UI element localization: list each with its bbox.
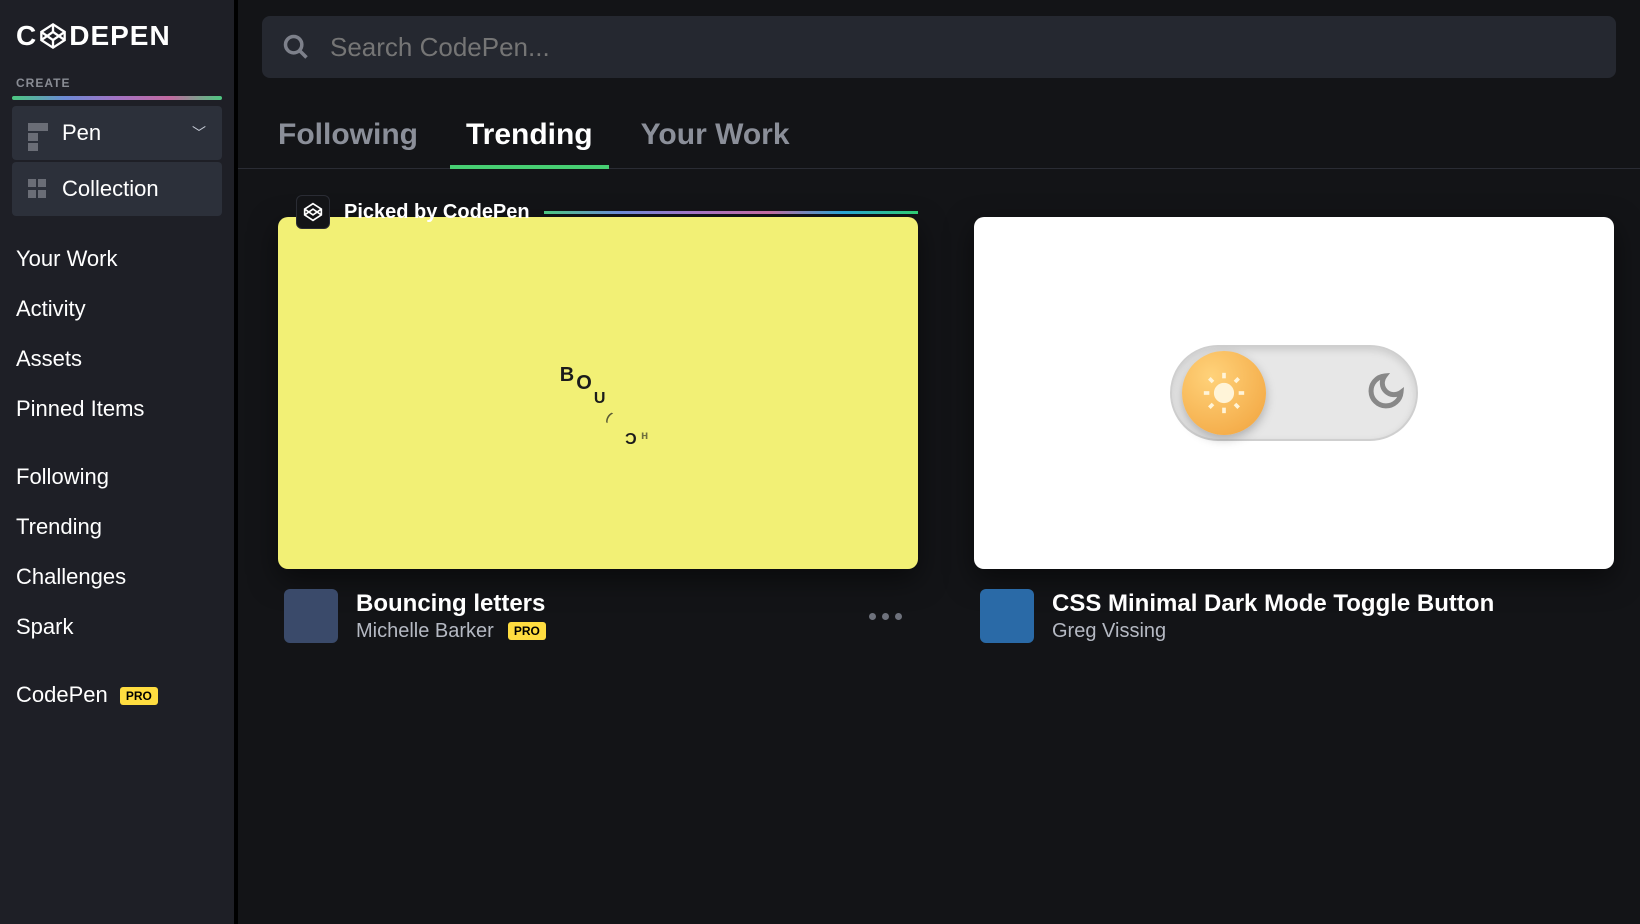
search-icon	[282, 33, 310, 61]
author-avatar[interactable]	[980, 589, 1034, 643]
main: Following Trending Your Work Picked by C…	[238, 0, 1640, 924]
pen-author[interactable]: Michelle Barker PRO	[356, 620, 841, 643]
nav-codepen-pro[interactable]: CodePen PRO	[16, 670, 218, 720]
brand-text-left: C	[16, 20, 37, 52]
feed: Picked by CodePen BOU(Cн Bouncing letter…	[238, 169, 1640, 643]
nav-assets[interactable]: Assets	[16, 334, 218, 384]
search-input[interactable]	[310, 32, 1596, 63]
pen-author-name: Michelle Barker	[356, 620, 494, 643]
sidebar: C DEPEN CREATE Pen ﹀ Collection	[0, 0, 238, 924]
new-pen-button[interactable]: Pen ﹀	[12, 106, 222, 160]
pen-card[interactable]: Picked by CodePen BOU(Cн Bouncing letter…	[278, 217, 918, 643]
feed-tabs: Following Trending Your Work	[238, 78, 1640, 169]
chevron-down-icon: ﹀	[192, 123, 206, 143]
codepen-logo-icon	[39, 22, 67, 50]
nav-group-pro: CodePen PRO	[12, 652, 222, 720]
pen-card[interactable]: CSS Minimal Dark Mode Toggle Button Greg…	[974, 217, 1614, 643]
card-meta: Bouncing letters Michelle Barker PRO	[278, 569, 918, 643]
tab-following[interactable]: Following	[278, 118, 418, 168]
topbar	[238, 0, 1640, 78]
picked-icon	[296, 195, 330, 229]
nav-group-secondary: Following Trending Challenges Spark	[12, 434, 222, 652]
tab-your-work[interactable]: Your Work	[641, 118, 790, 168]
collection-glyph-icon	[28, 179, 48, 199]
picked-row: Picked by CodePen	[296, 195, 918, 229]
nav-spark[interactable]: Spark	[16, 602, 218, 652]
search-bar[interactable]	[262, 16, 1616, 78]
nav-your-work[interactable]: Your Work	[16, 234, 218, 284]
new-collection-label: Collection	[62, 176, 159, 202]
pen-author-name: Greg Vissing	[1052, 620, 1166, 643]
new-collection-button[interactable]: Collection	[12, 162, 222, 216]
sun-icon	[1182, 351, 1266, 435]
card-more-button[interactable]	[859, 603, 912, 630]
dark-mode-toggle-demo	[1170, 345, 1418, 441]
picked-label: Picked by CodePen	[344, 201, 530, 224]
nav-challenges[interactable]: Challenges	[16, 552, 218, 602]
moon-icon	[1366, 371, 1406, 416]
nav-trending[interactable]: Trending	[16, 502, 218, 552]
pen-title[interactable]: CSS Minimal Dark Mode Toggle Button	[1052, 590, 1608, 618]
nav-group-primary: Your Work Activity Assets Pinned Items	[12, 216, 222, 434]
nav-codepen-pro-label: CodePen	[16, 682, 108, 707]
pen-thumbnail[interactable]	[974, 217, 1614, 569]
card-meta: CSS Minimal Dark Mode Toggle Button Greg…	[974, 569, 1614, 643]
tab-trending[interactable]: Trending	[466, 118, 593, 168]
pen-author[interactable]: Greg Vissing	[1052, 620, 1608, 643]
create-section-label: CREATE	[12, 76, 222, 96]
pro-badge: PRO	[120, 687, 158, 705]
author-pro-badge: PRO	[508, 622, 546, 640]
nav-pinned-items[interactable]: Pinned Items	[16, 384, 218, 434]
bounce-letters: BOU(Cн	[560, 382, 636, 405]
pen-thumbnail[interactable]: BOU(Cн	[278, 217, 918, 569]
pen-glyph-icon	[28, 123, 48, 143]
brand-logo[interactable]: C DEPEN	[12, 20, 222, 76]
create-gradient-bar	[12, 96, 222, 100]
nav-following[interactable]: Following	[16, 452, 218, 502]
picked-gradient-line	[544, 211, 918, 214]
author-avatar[interactable]	[284, 589, 338, 643]
new-pen-label: Pen	[62, 120, 101, 146]
pen-title[interactable]: Bouncing letters	[356, 590, 841, 618]
brand-text-right: DEPEN	[69, 20, 170, 52]
nav-activity[interactable]: Activity	[16, 284, 218, 334]
